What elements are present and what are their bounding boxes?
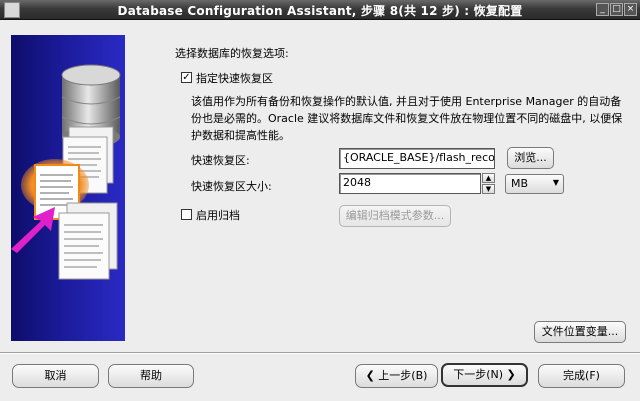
fast-recovery-checkbox[interactable]: ✓	[181, 72, 192, 83]
browse-button[interactable]: 浏览...	[507, 147, 554, 169]
recovery-size-input[interactable]: 2048	[339, 173, 481, 194]
database-documents-icon	[11, 64, 121, 280]
window-title: Database Configuration Assistant, 步骤 8(共…	[117, 4, 523, 18]
next-button-label: 下一步(N)	[453, 368, 504, 381]
edit-archive-params-button[interactable]: 编辑归档模式参数...	[339, 205, 451, 227]
recovery-size-spinner: ▲ ▼	[482, 173, 495, 194]
file-location-variables-button[interactable]: 文件位置变量...	[534, 321, 626, 343]
help-button[interactable]: 帮助	[108, 364, 194, 388]
finish-button[interactable]: 完成(F)	[538, 364, 625, 388]
next-button[interactable]: 下一步(N) ❯	[441, 363, 528, 387]
close-button[interactable]: ×	[624, 3, 637, 16]
cancel-button[interactable]: 取消	[12, 364, 99, 388]
recovery-area-input[interactable]: {ORACLE_BASE}/flash_recovery_a	[339, 148, 495, 169]
spin-up-icon[interactable]: ▲	[482, 173, 495, 183]
back-button-label: 上一步(B)	[378, 369, 428, 382]
minimize-button[interactable]: _	[596, 3, 609, 16]
wizard-illustration	[11, 35, 125, 341]
spin-down-icon[interactable]: ▼	[482, 184, 495, 194]
title-bar: Database Configuration Assistant, 步骤 8(共…	[0, 0, 640, 20]
chevron-down-icon: ▼	[552, 178, 559, 187]
archive-checkbox[interactable]	[181, 209, 192, 220]
chevron-left-icon: ❮	[365, 369, 375, 382]
back-button[interactable]: ❮ 上一步(B)	[355, 364, 438, 388]
archive-label[interactable]: 启用归档	[196, 207, 240, 223]
maximize-button[interactable]: □	[610, 3, 623, 16]
recovery-size-label: 快速恢复区大小:	[191, 180, 272, 193]
chevron-right-icon: ❯	[506, 368, 516, 381]
size-unit-select[interactable]: MB ▼	[505, 174, 564, 194]
recovery-options-heading: 选择数据库的恢复选项:	[175, 47, 289, 60]
fast-recovery-description: 该值用作为所有备份和恢复操作的默认值, 并且对于使用 Enterprise Ma…	[191, 95, 623, 142]
fast-recovery-label[interactable]: 指定快速恢复区	[196, 70, 273, 86]
recovery-area-label: 快速恢复区:	[191, 154, 250, 167]
footer-separator	[0, 352, 640, 354]
size-unit-value: MB	[511, 177, 529, 190]
